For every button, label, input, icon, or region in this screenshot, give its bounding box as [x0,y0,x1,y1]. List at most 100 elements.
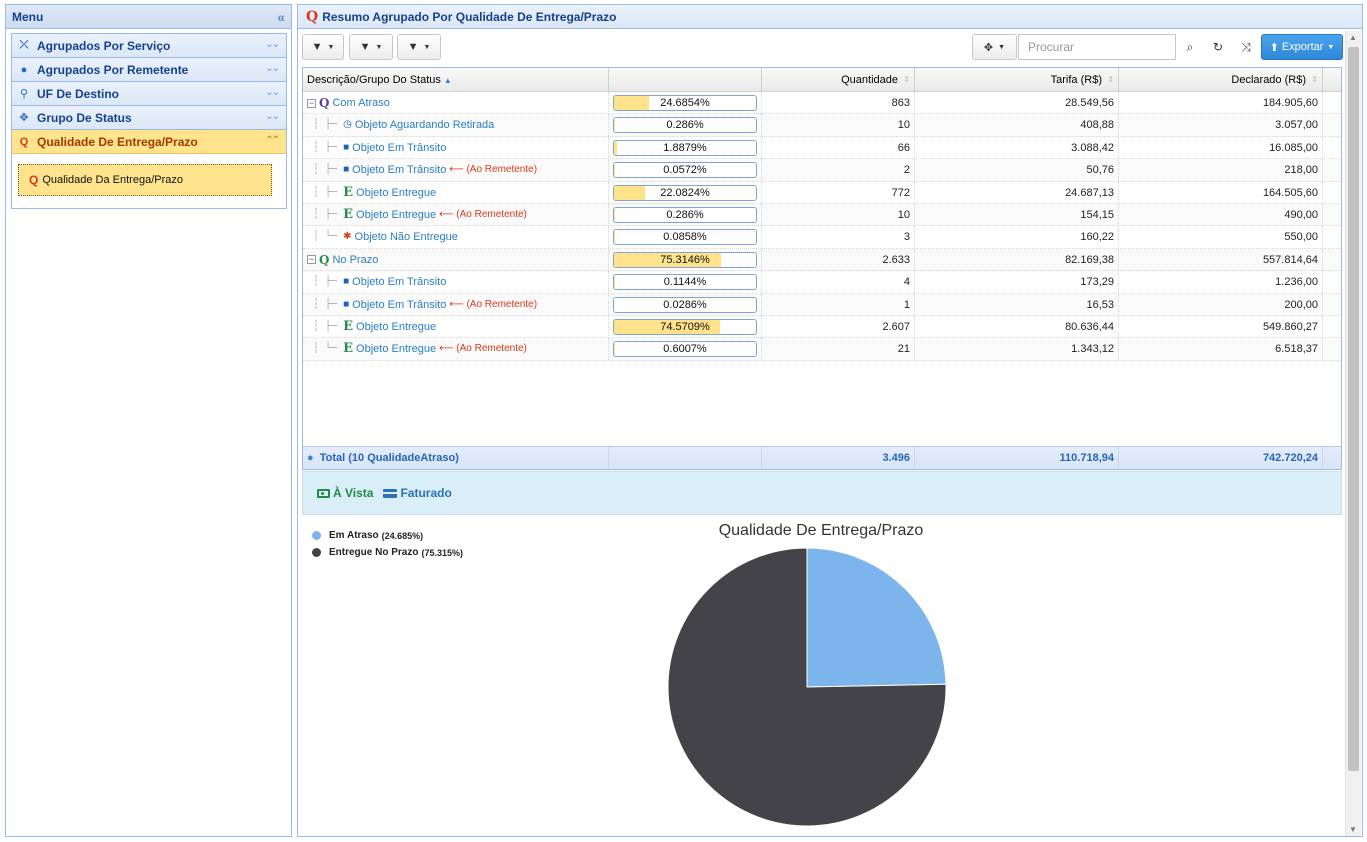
upload-icon: ⬆ [1269,41,1279,54]
table-row[interactable]: ┆ ├─ E Objeto Entregue 22.0824% 772 24.687,1… [303,181,1341,204]
search-button[interactable]: ⌕ [1176,34,1204,60]
row-percent-cell: 0.0858% [609,226,762,249]
filter-button-3[interactable]: ▼ ▼ [397,34,441,60]
row-label[interactable]: Objeto Entregue [356,316,436,338]
progress-label: 0.286% [666,208,704,221]
table-row[interactable]: ┆ ├─ ■ Objeto Em Trânsito 0.1144% 4 173,29 1.… [303,271,1341,294]
total-quantidade: 3.496 [762,447,915,469]
row-label[interactable]: Objeto Entregue [356,338,436,360]
menu-subitem-qualidade-da-entrega[interactable]: Q Qualidade Da Entrega/Prazo [18,164,272,196]
menu-item-agrupados-servico[interactable]: ⤫ Agrupados Por Serviço ⌄⌄ [12,34,286,58]
caret-down-icon: ▼ [1327,43,1335,51]
pie-slice-em-atraso[interactable] [806,547,947,688]
row-percent-cell: 0.6007% [609,338,762,361]
column-header-declarado[interactable]: Declarado (R$) ⇕ [1119,68,1323,92]
menu-item-qualidade-entrega[interactable]: Q Qualidade De Entrega/Prazo ⌃⌃ [12,130,286,154]
row-label[interactable]: Objeto Em Trânsito [352,159,446,181]
table-row[interactable]: − Q No Prazo 75.3146% 2.633 82.169,38 557.814,… [303,248,1341,272]
faturado-tab[interactable]: Faturado [383,486,452,500]
menu-item-uf-destino[interactable]: ⚲ UF De Destino ⌄⌄ [12,82,286,106]
column-header-tarifa[interactable]: Tarifa (R$) ⇕ [915,68,1119,92]
truck-icon: ■ [343,276,350,288]
chevron-down-icon[interactable]: ⌄⌄ [265,87,280,98]
progress-label: 74.5709% [660,320,710,333]
row-description-cell: ┆ ├─ ■ Objeto Em Trânsito ⟵ (Ao Remetente) [303,293,609,316]
quality-icon: Q [306,8,319,25]
row-quantidade: 21 [762,338,915,361]
table-row[interactable]: ┆ ├─ ■ Objeto Em Trânsito ⟵ (Ao Remetente)… [303,159,1341,182]
row-percent-cell: 24.6854% [609,92,762,114]
chevron-down-icon[interactable]: ⌄⌄ [265,39,280,50]
return-to-sender-tag: ⟵ (Ao Remetente) [439,204,527,226]
row-declarado: 16.085,00 [1119,136,1323,159]
row-tarifa: 3.088,42 [915,136,1119,159]
export-button[interactable]: ⬆ Exportar ▼ [1261,34,1343,60]
caret-down-icon: ▼ [423,43,431,51]
scroll-up-icon[interactable]: ▲ [1349,33,1357,42]
column-header-label: Quantidade [841,74,898,86]
chevron-up-icon[interactable]: ⌃⌃ [265,135,280,146]
return-to-sender-tag: ⟵ (Ao Remetente) [449,159,537,181]
refresh-button[interactable]: ↻ [1204,34,1232,60]
column-header-percent[interactable] [609,68,762,92]
table-row[interactable]: ┆ ├─ ■ Objeto Em Trânsito ⟵ (Ao Remetente)… [303,293,1341,316]
row-label[interactable]: Objeto Entregue [356,182,436,204]
menu-header: Menu « [6,5,291,29]
collapse-icon[interactable]: − [307,255,316,265]
scrollbar-thumb[interactable] [1348,47,1359,771]
collapse-icon[interactable]: − [307,98,316,108]
progress-label: 0.0286% [663,298,707,311]
arrow-left-icon: ⟵ [449,164,467,176]
progress-label: 0.1144% [663,276,707,289]
menu-item-label: Qualidade De Entrega/Prazo [37,134,198,149]
row-tarifa: 50,76 [915,159,1119,182]
table-row[interactable]: ┆ └─ E Objeto Entregue ⟵ (Ao Remetente) 0.6… [303,338,1341,361]
map-pin-icon: ⚲ [19,88,29,100]
filter-button-1[interactable]: ▼ ▼ [302,34,344,60]
filter-button-2[interactable]: ▼ ▼ [349,34,393,60]
row-declarado: 3.057,00 [1119,114,1323,137]
menu-item-agrupados-remetente[interactable]: ● Agrupados Por Remetente ⌄⌄ [12,58,286,82]
grid-total-row: ● Total (10 QualidadeAtraso) 3.496 110.7… [303,446,1341,469]
row-label[interactable]: Objeto Em Trânsito [352,271,446,293]
menu-panel: Menu « ⤫ Agrupados Por Serviço ⌄⌄ ● Agru… [5,4,292,837]
row-tarifa: 80.636,44 [915,315,1119,338]
row-quantidade: 1 [762,293,915,316]
caret-down-icon: ▼ [375,43,383,51]
table-row[interactable]: ┆ ├─ E Objeto Entregue ⟵ (Ao Remetente) 0.2… [303,203,1341,227]
a-vista-tab[interactable]: À Vista [317,486,373,500]
table-row[interactable]: ┆ ├─ ◷ Objeto Aguardando Retirada 0.286% 10… [303,114,1341,137]
scroll-down-icon[interactable]: ▼ [1349,825,1357,834]
clock-icon: ◷ [343,119,352,131]
table-row[interactable]: − Q Com Atraso 24.6854% 863 28.549,56 184.905,… [303,92,1341,115]
delivered-icon: E [343,318,354,334]
grid-body: − Q Com Atraso 24.6854% 863 28.549,56 184.905,… [303,92,1341,361]
table-row[interactable]: ┆ └─ ✱ Objeto Não Entregue 0.0858% 3 160,22 5… [303,226,1341,249]
table-row[interactable]: ┆ ├─ E Objeto Entregue 74.5709% 2.607 80.636… [303,315,1341,339]
row-label[interactable]: No Prazo [332,249,378,271]
row-declarado: 200,00 [1119,293,1323,316]
collapse-left-icon[interactable]: « [277,9,285,25]
row-percent-cell: 0.0286% [609,293,762,316]
search-input[interactable] [1018,34,1176,60]
row-label[interactable]: Objeto Em Trânsito [352,294,446,316]
chevron-down-icon[interactable]: ⌄⌄ [265,63,280,74]
vertical-scrollbar[interactable]: ▲ ▼ [1345,31,1361,836]
row-label[interactable]: Objeto Em Trânsito [352,137,446,159]
row-label[interactable]: Objeto Aguardando Retirada [355,114,494,136]
menu-item-grupo-status[interactable]: ✥ Grupo De Status ⌄⌄ [12,106,286,130]
menu-item-label: Agrupados Por Remetente [37,62,189,77]
row-label[interactable]: Com Atraso [332,92,389,114]
column-header-quantidade[interactable]: Quantidade ⇕ [762,68,915,92]
row-label[interactable]: Objeto Entregue [356,204,436,226]
move-columns-button[interactable]: ✥ ▼ [972,34,1017,60]
row-label[interactable]: Objeto Não Entregue [355,226,458,248]
filter-icon: ▼ [407,41,419,53]
menu-subitem-label: Qualidade Da Entrega/Prazo [42,174,183,186]
table-row[interactable]: ┆ ├─ ■ Objeto Em Trânsito 1.8879% 66 3.088,4… [303,136,1341,160]
column-header-descricao[interactable]: Descrição/Grupo Do Status ▲ [303,68,609,92]
chevron-down-icon[interactable]: ⌄⌄ [265,111,280,122]
shuffle-button[interactable]: ⤨ [1232,34,1260,60]
progress-bar: 0.6007% [613,341,757,358]
progress-label: 0.286% [666,119,704,132]
